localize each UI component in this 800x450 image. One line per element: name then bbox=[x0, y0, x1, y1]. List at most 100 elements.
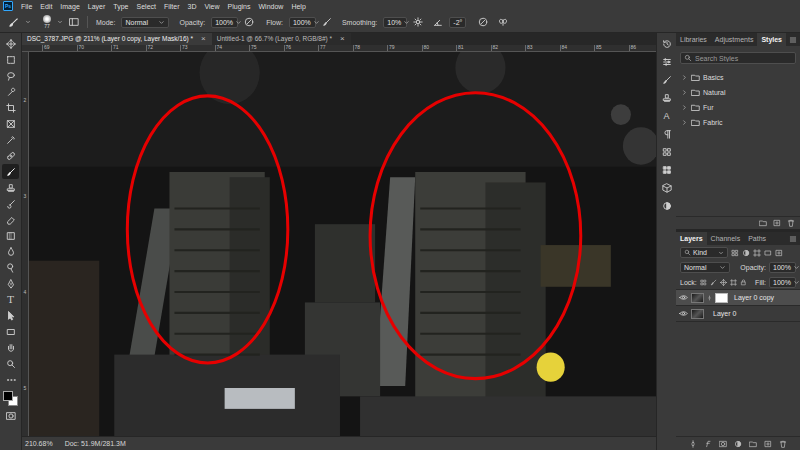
tool-button[interactable] bbox=[2, 100, 19, 115]
tool-button[interactable] bbox=[2, 52, 19, 67]
menu-item[interactable]: Layer bbox=[88, 3, 106, 10]
panel-icon-strip: A bbox=[656, 33, 676, 450]
style-folder[interactable]: Fur bbox=[676, 100, 800, 115]
panel-tab[interactable]: Paths bbox=[744, 232, 770, 245]
ruler-tick: 69 bbox=[42, 45, 77, 51]
tool-button[interactable]: T bbox=[2, 292, 19, 307]
smoothing-field[interactable]: 10% bbox=[383, 17, 407, 28]
visibility-toggle[interactable] bbox=[679, 293, 688, 302]
layer-row[interactable]: Layer 0 bbox=[676, 306, 800, 322]
fill-field[interactable]: 100% bbox=[769, 277, 796, 288]
menu-item[interactable]: Help bbox=[291, 3, 305, 10]
tool-button[interactable] bbox=[2, 68, 19, 83]
brush-tip-preview bbox=[43, 15, 51, 23]
lock-label: Lock: bbox=[680, 279, 697, 286]
tool-history bbox=[6, 199, 16, 209]
close-tab-button[interactable]: × bbox=[340, 35, 345, 43]
layer-mask-thumbnail[interactable] bbox=[715, 293, 728, 303]
menu-item[interactable]: Select bbox=[137, 3, 156, 10]
angle-field[interactable]: -2° bbox=[449, 17, 466, 28]
smoothing-label: Smoothing: bbox=[342, 19, 377, 26]
filter-rect-icon bbox=[764, 249, 772, 257]
panel-tab[interactable]: Adjustments bbox=[711, 33, 758, 46]
swatches-icon bbox=[662, 165, 672, 175]
visibility-toggle[interactable] bbox=[679, 309, 688, 318]
tool-button[interactable] bbox=[2, 228, 19, 243]
tool-button[interactable] bbox=[2, 372, 19, 387]
brush-preset-picker[interactable]: 77 bbox=[43, 15, 51, 29]
eye-icon bbox=[679, 293, 688, 302]
character-icon[interactable]: A bbox=[662, 111, 672, 121]
hand-icon bbox=[6, 343, 16, 353]
tool-button[interactable] bbox=[2, 308, 19, 323]
menu-item[interactable]: Filter bbox=[164, 3, 180, 10]
tool-button[interactable] bbox=[2, 164, 19, 179]
panel-tab[interactable]: Channels bbox=[707, 232, 745, 245]
blend-mode-dropdown[interactable]: Normal bbox=[680, 262, 730, 273]
tool-button[interactable] bbox=[2, 116, 19, 131]
ruler-tick: 2 bbox=[24, 98, 27, 103]
tool-hand bbox=[6, 343, 16, 353]
tool-button[interactable] bbox=[2, 356, 19, 371]
eraser-icon bbox=[6, 215, 16, 225]
mode-dropdown[interactable]: Normal bbox=[121, 17, 169, 28]
ruler-tick: 83 bbox=[525, 45, 560, 51]
tool-button[interactable] bbox=[2, 276, 19, 291]
panel-tab[interactable]: Styles bbox=[757, 33, 786, 46]
document-tabs: DSC_3787.JPG @ 211% (Layer 0 copy, Layer… bbox=[22, 33, 656, 45]
adjustments-icon bbox=[662, 201, 672, 211]
menu-item[interactable]: Edit bbox=[40, 3, 52, 10]
zoom-level[interactable]: 210.68% bbox=[25, 440, 53, 447]
tool-button[interactable] bbox=[2, 196, 19, 211]
layer-opacity-field[interactable]: 100% bbox=[769, 262, 796, 273]
close-tab-button[interactable]: × bbox=[201, 35, 206, 43]
layer-row[interactable]: Layer 0 copy bbox=[676, 290, 800, 306]
menu-item[interactable]: Image bbox=[60, 3, 79, 10]
color-swatches[interactable] bbox=[3, 391, 19, 407]
separator bbox=[87, 16, 88, 28]
tool-button[interactable] bbox=[2, 180, 19, 195]
menu-item[interactable]: 3D bbox=[188, 3, 197, 10]
flow-field[interactable]: 100% bbox=[289, 17, 316, 28]
toolbar: T bbox=[0, 33, 22, 450]
pen-icon bbox=[6, 279, 16, 289]
tool-path bbox=[6, 311, 16, 321]
angle-icon bbox=[433, 17, 443, 27]
menu-item[interactable]: File bbox=[21, 3, 32, 10]
tool-button[interactable] bbox=[2, 148, 19, 163]
tool-button[interactable] bbox=[2, 212, 19, 227]
glyphs-icon bbox=[662, 147, 672, 157]
menu-item[interactable]: View bbox=[205, 3, 220, 10]
menu-item[interactable]: Window bbox=[259, 3, 284, 10]
filter-adj-icon bbox=[742, 249, 750, 257]
tool-button[interactable] bbox=[2, 84, 19, 99]
tool-dodge bbox=[6, 263, 16, 273]
expand-chevron-icon bbox=[681, 74, 688, 81]
filter-kind-dropdown[interactable]: Kind bbox=[680, 247, 728, 258]
style-folder[interactable]: Fabric bbox=[676, 115, 800, 130]
style-folder[interactable]: Natural bbox=[676, 85, 800, 100]
opacity-label: Opacity: bbox=[179, 19, 205, 26]
tool-button[interactable] bbox=[2, 36, 19, 51]
tool-button[interactable] bbox=[2, 324, 19, 339]
tool-button[interactable] bbox=[2, 340, 19, 355]
ruler-tick: 73 bbox=[180, 45, 215, 51]
tool-button[interactable] bbox=[2, 260, 19, 275]
canvas[interactable] bbox=[29, 52, 656, 436]
opacity-label: Opacity: bbox=[740, 264, 766, 271]
panel-tab[interactable]: Libraries bbox=[676, 33, 711, 46]
opacity-field[interactable]: 100% bbox=[211, 17, 238, 28]
tool-button[interactable] bbox=[2, 244, 19, 259]
folder-icon bbox=[691, 118, 700, 127]
style-folder[interactable]: Basics bbox=[676, 70, 800, 85]
document-tab[interactable]: DSC_3787.JPG @ 211% (Layer 0 copy, Layer… bbox=[22, 33, 212, 45]
search-styles-input[interactable] bbox=[695, 55, 792, 62]
foreground-color-swatch[interactable] bbox=[3, 391, 13, 401]
menu-item[interactable]: Plugins bbox=[228, 3, 251, 10]
brush-settings-icon bbox=[69, 17, 79, 27]
document-tab[interactable]: Untitled-1 @ 66.7% (Layer 0, RGB/8#) *× bbox=[212, 33, 351, 45]
tool-button[interactable] bbox=[2, 132, 19, 147]
path-icon bbox=[6, 311, 16, 321]
menu-item[interactable]: Type bbox=[113, 3, 128, 10]
panel-tab[interactable]: Layers bbox=[676, 232, 707, 245]
